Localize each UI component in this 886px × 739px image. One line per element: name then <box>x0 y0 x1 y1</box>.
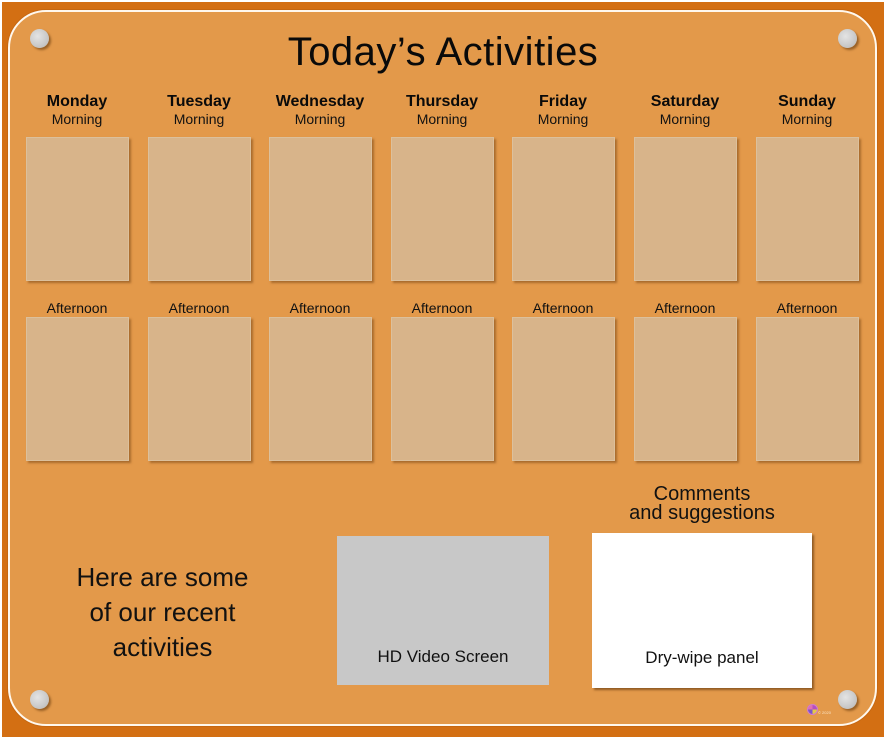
afternoon-label-wednesday: Afternoon <box>289 300 351 316</box>
day-name-monday: Monday <box>46 93 108 110</box>
video-screen-label: HD Video Screen <box>377 647 509 666</box>
dry-wipe-panel-label: Dry-wipe panel <box>645 648 759 667</box>
mounting-pin-bottom-right-icon <box>838 690 857 709</box>
morning-label-saturday: Morning <box>659 111 711 127</box>
day-name-tuesday: Tuesday <box>167 93 231 110</box>
afternoon-slot-saturday[interactable] <box>634 317 737 461</box>
day-header-friday: Friday Morning <box>502 93 624 127</box>
afternoon-label-sunday: Afternoon <box>776 300 838 316</box>
afternoon-slot-wednesday[interactable] <box>269 317 372 461</box>
day-header-sunday: Sunday Morning <box>746 93 868 127</box>
day-name-friday: Friday <box>538 93 587 110</box>
brand-logo-icon <box>807 704 818 715</box>
day-name-wednesday: Wednesday <box>275 93 365 110</box>
afternoon-slot-sunday[interactable] <box>756 317 859 461</box>
morning-label-wednesday: Morning <box>294 111 346 127</box>
day-header-thursday: Thursday Morning <box>381 93 503 127</box>
recent-line-3: activities <box>112 632 213 662</box>
afternoon-label-monday: Afternoon <box>46 300 108 316</box>
dry-wipe-panel[interactable]: Dry-wipe panel <box>592 533 812 688</box>
day-header-saturday: Saturday Morning <box>624 93 746 127</box>
morning-label-monday: Morning <box>51 111 103 127</box>
morning-slot-tuesday[interactable] <box>148 137 251 281</box>
recent-activities-caption: Here are some of our recent activities <box>40 560 285 665</box>
afternoon-slot-thursday[interactable] <box>391 317 494 461</box>
morning-slot-thursday[interactable] <box>391 137 494 281</box>
morning-label-friday: Morning <box>537 111 589 127</box>
afternoon-label-thursday: Afternoon <box>411 300 473 316</box>
day-header-wednesday: Wednesday Morning <box>259 93 381 127</box>
day-name-thursday: Thursday <box>405 93 478 110</box>
afternoon-slot-tuesday[interactable] <box>148 317 251 461</box>
morning-label-sunday: Morning <box>781 111 833 127</box>
day-header-monday: Monday Morning <box>16 93 138 127</box>
day-name-sunday: Sunday <box>778 93 836 110</box>
morning-slot-sunday[interactable] <box>756 137 859 281</box>
morning-slot-monday[interactable] <box>26 137 129 281</box>
afternoon-label-saturday: Afternoon <box>654 300 716 316</box>
afternoon-label-tuesday: Afternoon <box>168 300 230 316</box>
recent-line-2: of our recent <box>89 597 236 627</box>
board-title: Today’s Activities <box>287 30 599 74</box>
hd-video-screen[interactable]: HD Video Screen <box>337 536 549 685</box>
comments-heading-line-2: and suggestions <box>629 502 775 524</box>
afternoon-slot-friday[interactable] <box>512 317 615 461</box>
day-name-saturday: Saturday <box>650 93 720 110</box>
afternoon-label-friday: Afternoon <box>532 300 594 316</box>
morning-slot-friday[interactable] <box>512 137 615 281</box>
recent-line-1: Here are some <box>76 562 249 592</box>
morning-label-thursday: Morning <box>416 111 468 127</box>
morning-slot-saturday[interactable] <box>634 137 737 281</box>
morning-slot-wednesday[interactable] <box>269 137 372 281</box>
afternoon-slot-monday[interactable] <box>26 317 129 461</box>
copyright-text: © 2020 <box>818 710 831 715</box>
comments-heading: Comments and suggestions <box>592 484 812 524</box>
mounting-pin-bottom-left-icon <box>30 690 49 709</box>
day-header-tuesday: Tuesday Morning <box>138 93 260 127</box>
morning-label-tuesday: Morning <box>173 111 225 127</box>
